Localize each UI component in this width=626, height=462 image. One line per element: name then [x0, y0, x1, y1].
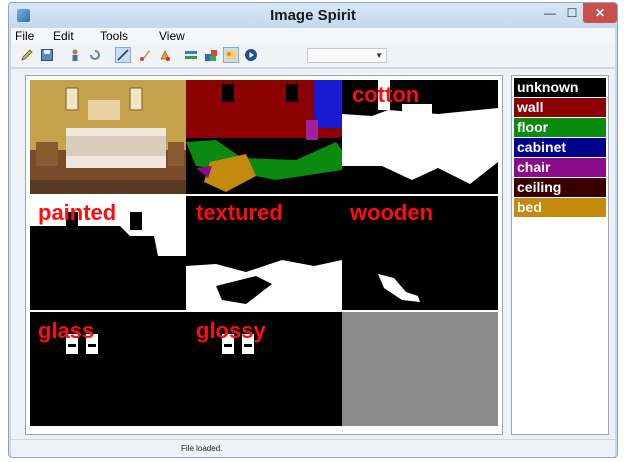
chevron-down-icon[interactable]: ▼ — [375, 51, 383, 60]
close-button[interactable]: ✕ — [583, 3, 617, 23]
pencil-icon[interactable] — [19, 47, 35, 63]
toolbar: ▼ — [11, 44, 615, 68]
attribute-map-glossy: glossy — [186, 312, 342, 426]
menu-edit[interactable]: Edit — [53, 29, 74, 43]
window-title: Image Spirit — [270, 7, 356, 24]
title-bar: Image Spirit — ☐ ✕ — [9, 3, 617, 29]
label-glass: glass — [38, 318, 95, 343]
maximize-button[interactable]: ☐ — [561, 3, 583, 23]
segmentation-grid: cotton painted textured wooden glass glo… — [25, 75, 503, 435]
erase-icon[interactable] — [157, 47, 173, 63]
legend-item-unknown[interactable]: unknown — [514, 78, 606, 97]
save-icon[interactable] — [39, 47, 55, 63]
menu-tools[interactable]: Tools — [100, 29, 128, 43]
tool-dropdown[interactable]: ▼ — [307, 48, 387, 63]
status-bar: File loaded. — [11, 439, 615, 457]
class-segmentation — [186, 80, 342, 194]
line-tool-icon[interactable] — [115, 47, 131, 63]
legend-item-chair[interactable]: chair — [514, 158, 606, 177]
shapes-icon[interactable] — [183, 47, 199, 63]
label-wooden: wooden — [350, 200, 434, 225]
undo-icon[interactable] — [87, 47, 103, 63]
legend-item-floor[interactable]: floor — [514, 118, 606, 137]
attribute-map-cotton: cotton — [342, 80, 498, 194]
label-legend: unknown wall floor cabinet chair ceiling… — [511, 75, 609, 435]
attribute-map-textured: textured — [186, 196, 342, 310]
legend-item-cabinet[interactable]: cabinet — [514, 138, 606, 157]
client-area: cotton painted textured wooden glass glo… — [11, 69, 615, 439]
status-text: File loaded. — [181, 444, 223, 453]
person-icon[interactable] — [67, 47, 83, 63]
image-icon[interactable] — [223, 47, 239, 63]
brush-icon[interactable] — [137, 47, 153, 63]
app-window: Image Spirit — ☐ ✕ File Edit Tools View — [8, 2, 618, 458]
attribute-map-wooden: wooden — [342, 196, 498, 310]
menu-view[interactable]: View — [159, 29, 185, 43]
legend-item-wall[interactable]: wall — [514, 98, 606, 117]
label-cotton: cotton — [352, 82, 420, 107]
play-icon[interactable] — [243, 47, 259, 63]
label-textured: textured — [196, 200, 283, 225]
label-glossy: glossy — [196, 318, 266, 343]
menu-file[interactable]: File — [15, 29, 34, 43]
legend-item-ceiling[interactable]: ceiling — [514, 178, 606, 197]
label-painted: painted — [38, 200, 117, 225]
attribute-map-painted: painted — [30, 196, 186, 310]
source-image — [30, 80, 186, 194]
attribute-map-glass: glass — [30, 312, 186, 426]
minimize-button[interactable]: — — [539, 3, 561, 23]
empty-cell — [342, 312, 498, 426]
legend-item-bed[interactable]: bed — [514, 198, 606, 217]
fill-icon[interactable] — [203, 47, 219, 63]
menu-bar: File Edit Tools View — [11, 28, 615, 44]
